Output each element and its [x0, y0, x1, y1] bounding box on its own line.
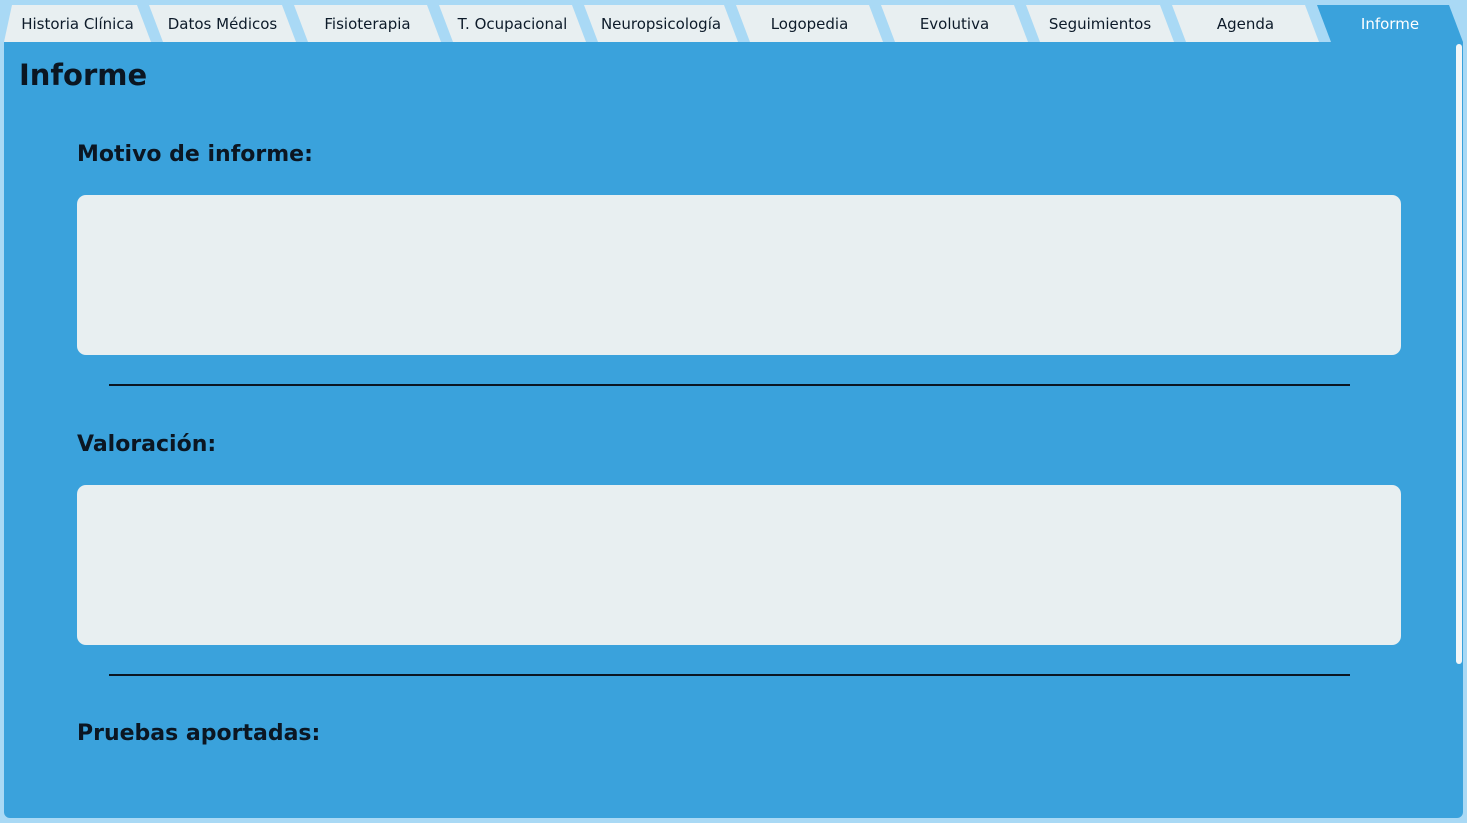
tab-fisioterapia[interactable]: Fisioterapia [294, 5, 441, 42]
tab-label: Seguimientos [1048, 14, 1152, 33]
tab-label: T. Ocupacional [457, 14, 568, 33]
tab-label: Logopedia [770, 14, 849, 33]
tab-label: Informe [1360, 14, 1420, 33]
tab-label: Historia Clínica [21, 14, 134, 33]
section-divider [109, 674, 1350, 676]
valoracion-label: Valoración: [77, 432, 217, 457]
pruebas-label: Pruebas aportadas: [77, 721, 321, 746]
valoracion-textarea[interactable] [77, 485, 1401, 645]
tab-agenda[interactable]: Agenda [1172, 5, 1319, 42]
tab-label: Neuropsicología [600, 14, 722, 33]
vertical-scrollbar[interactable] [1456, 44, 1462, 664]
tab-label: Datos Médicos [167, 14, 278, 33]
tab-informe[interactable]: Informe [1317, 5, 1463, 42]
tab-t-ocupacional[interactable]: T. Ocupacional [439, 5, 586, 42]
tab-label: Agenda [1216, 14, 1275, 33]
motivo-label: Motivo de informe: [77, 142, 313, 167]
page-title: Informe [19, 58, 148, 92]
tab-datos-medicos[interactable]: Datos Médicos [149, 5, 296, 42]
tab-neuropsicologia[interactable]: Neuropsicología [584, 5, 738, 42]
tab-historia-clinica[interactable]: Historia Clínica [4, 5, 151, 42]
tab-label: Evolutiva [919, 14, 990, 33]
tab-evolutiva[interactable]: Evolutiva [881, 5, 1028, 42]
motivo-textarea[interactable] [77, 195, 1401, 355]
tab-bar: Historia Clínica Datos Médicos Fisiotera… [0, 0, 1467, 42]
tab-label: Fisioterapia [324, 14, 411, 33]
informe-panel: Informe Motivo de informe: Valoración: P… [4, 42, 1463, 818]
tab-seguimientos[interactable]: Seguimientos [1026, 5, 1174, 42]
section-divider [109, 384, 1350, 386]
tab-logopedia[interactable]: Logopedia [736, 5, 883, 42]
